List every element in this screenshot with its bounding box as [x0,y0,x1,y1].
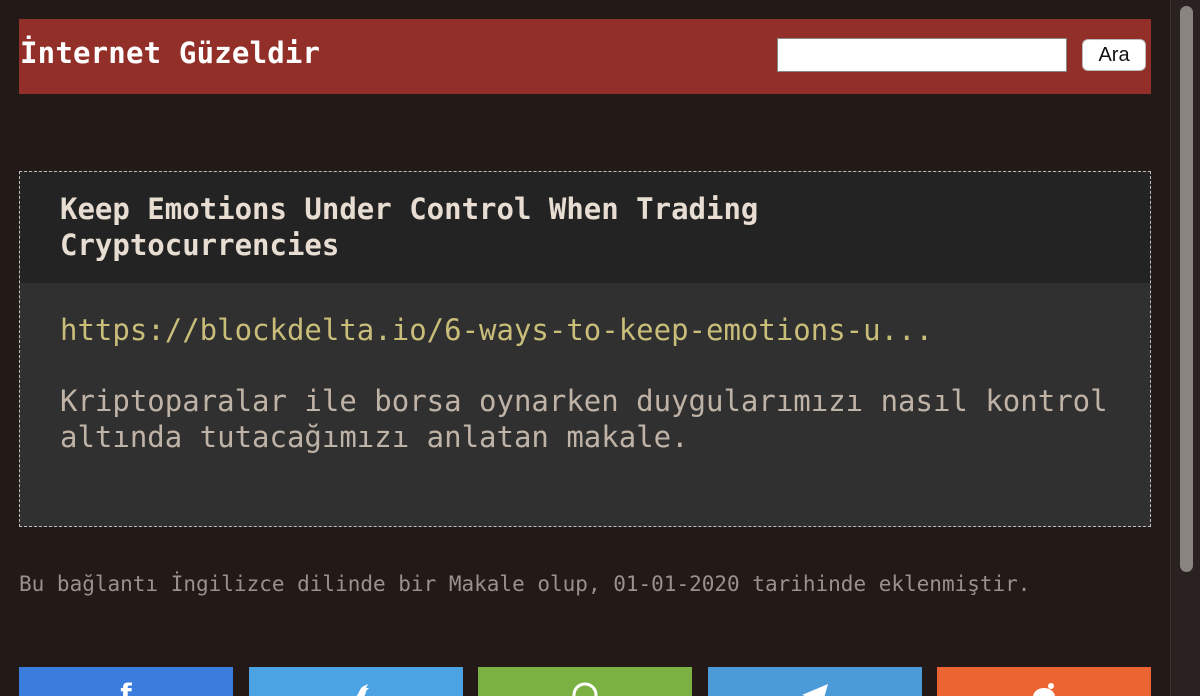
page: İnternet Güzeldir Ara Keep Emotions Unde… [0,0,1170,696]
scrollbar[interactable] [1170,0,1200,696]
share-reddit-button[interactable] [937,667,1151,696]
share-whatsapp-button[interactable] [478,667,692,696]
article-link[interactable]: https://blockdelta.io/6-ways-to-keep-emo… [60,313,933,347]
article-card-header: Keep Emotions Under Control When Trading… [20,172,1150,283]
facebook-icon: f [120,679,132,696]
reddit-icon [1029,681,1059,696]
scrollbar-thumb[interactable] [1180,6,1193,572]
article-description: Kriptoparalar ile borsa oynarken duygula… [60,384,1108,454]
telegram-icon [800,681,830,696]
search-button[interactable]: Ara [1082,39,1146,71]
site-header: İnternet Güzeldir Ara [19,19,1151,94]
article-title: Keep Emotions Under Control When Trading… [60,192,759,262]
share-facebook-button[interactable]: f [19,667,233,696]
article-card: Keep Emotions Under Control When Trading… [19,171,1151,527]
article-meta: Bu bağlantı İngilizce dilinde bir Makale… [19,572,1031,596]
share-twitter-button[interactable] [249,667,463,696]
twitter-icon [341,681,371,696]
share-telegram-button[interactable] [708,667,922,696]
whatsapp-icon [571,681,599,696]
site-title[interactable]: İnternet Güzeldir [20,36,320,70]
search-input[interactable] [777,38,1067,72]
